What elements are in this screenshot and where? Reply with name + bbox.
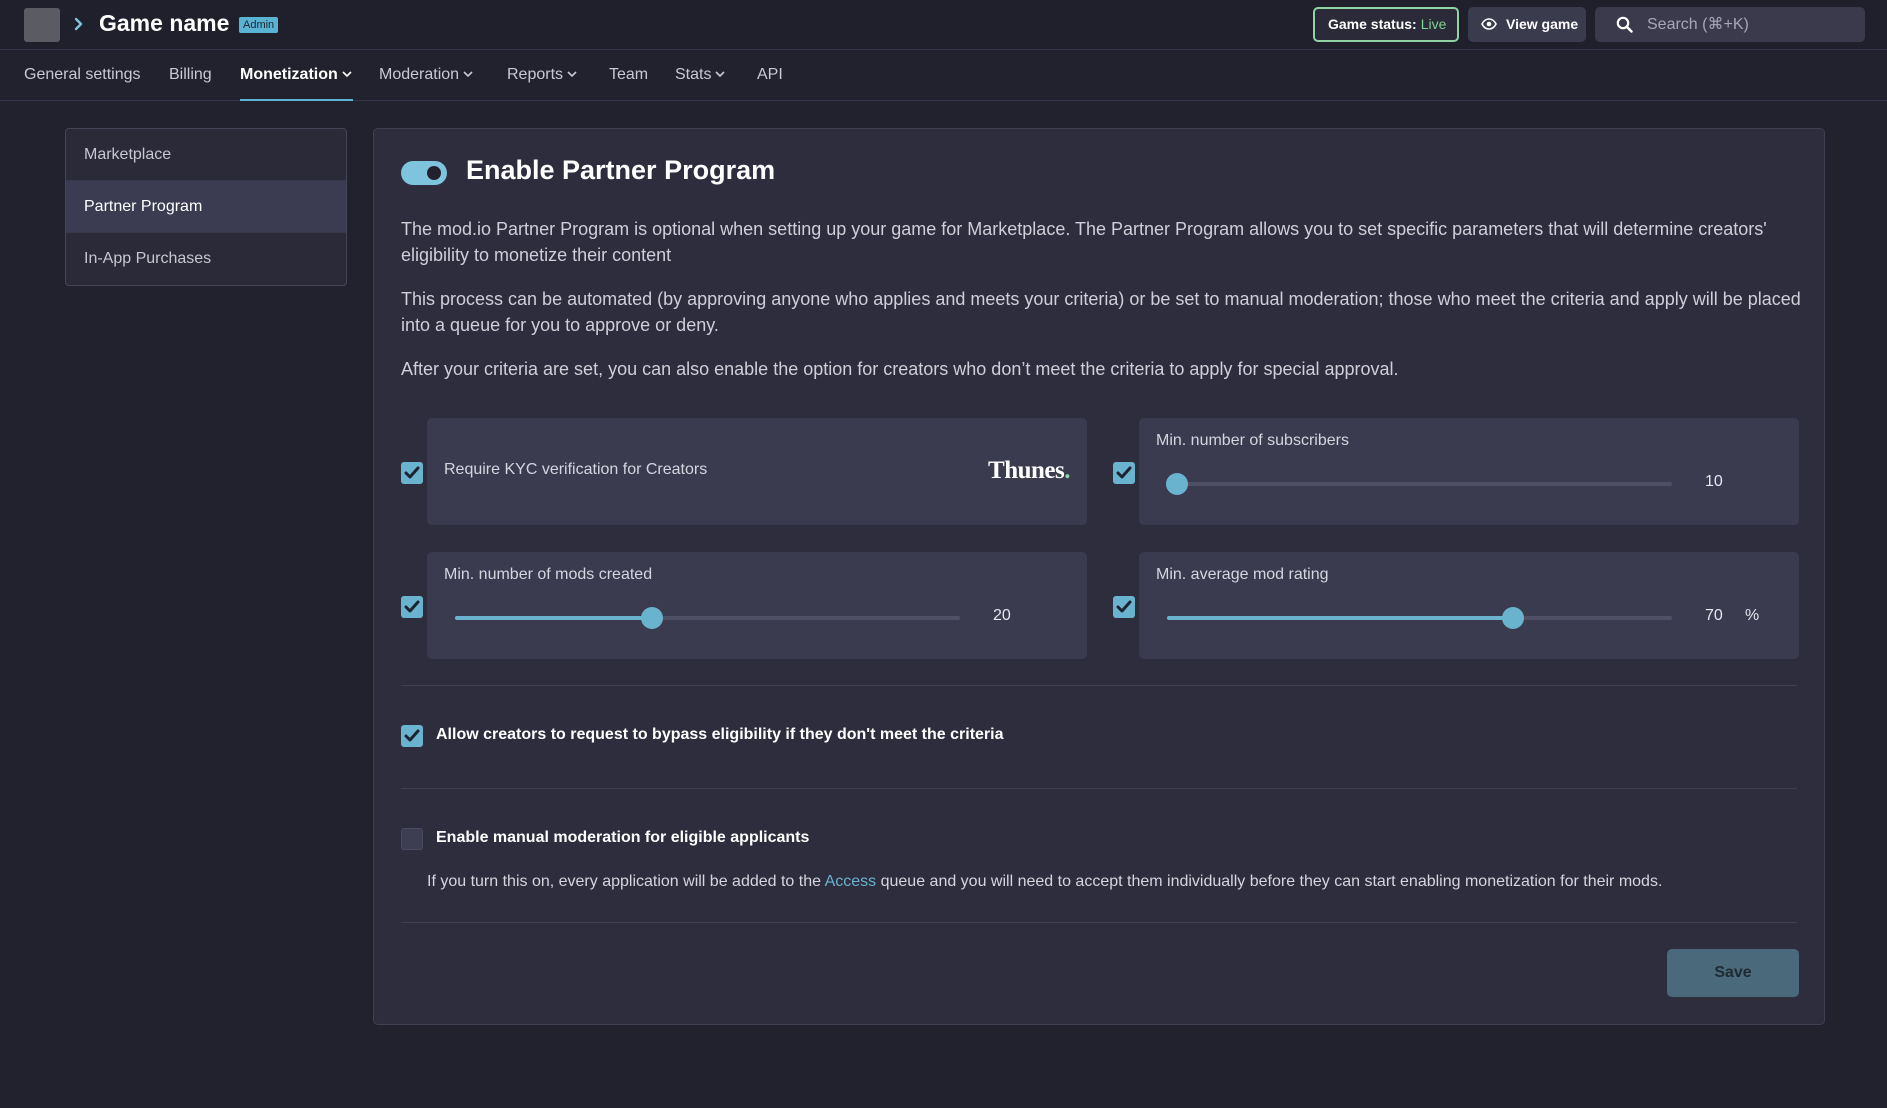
- rating-unit: %: [1745, 607, 1760, 624]
- checkmark-icon: [404, 600, 420, 613]
- note-text: If you turn this on, every application w…: [427, 873, 825, 890]
- mods-slider[interactable]: [455, 607, 960, 629]
- description-paragraph-1: The mod.io Partner Program is optional w…: [401, 219, 1767, 265]
- view-game-label: View game: [1506, 16, 1579, 32]
- top-bar: Game name Admin Game status: Live View ga…: [0, 0, 1887, 50]
- search-icon: [1616, 16, 1633, 33]
- tab-label: Monetization: [240, 66, 338, 84]
- access-link[interactable]: Access: [825, 873, 877, 890]
- view-game-button[interactable]: View game: [1468, 7, 1586, 42]
- rating-option-box: Min. average mod rating 70 %: [1139, 552, 1799, 659]
- main-nav: General settings Billing Monetization Mo…: [0, 51, 1887, 101]
- save-button[interactable]: Save: [1667, 949, 1799, 997]
- mods-checkbox[interactable]: [401, 596, 423, 618]
- sidebar-item-in-app-purchases[interactable]: In-App Purchases: [66, 233, 346, 285]
- chevron-down-icon: [567, 51, 577, 99]
- manual-moderation-label: Enable manual moderation for eligible ap…: [436, 829, 810, 846]
- enable-partner-program-toggle[interactable]: [401, 161, 447, 185]
- tab-billing[interactable]: Billing: [169, 51, 212, 101]
- kyc-option-box: Require KYC verification for Creators Th…: [427, 418, 1087, 525]
- divider: [401, 788, 1797, 789]
- rating-checkbox[interactable]: [1113, 596, 1135, 618]
- tab-stats[interactable]: Stats: [675, 51, 726, 101]
- monetization-sidebar: Marketplace Partner Program In-App Purch…: [65, 128, 347, 286]
- subscribers-value: 10: [1705, 473, 1723, 490]
- slider-fill: [1167, 616, 1513, 620]
- sidebar-item-partner-program[interactable]: Partner Program: [66, 181, 346, 233]
- sidebar-item-marketplace[interactable]: Marketplace: [66, 129, 346, 181]
- thunes-logo: Thunes.: [988, 457, 1070, 484]
- tab-label: General settings: [24, 66, 141, 83]
- tab-monetization[interactable]: Monetization: [240, 51, 353, 101]
- tab-label: API: [757, 66, 783, 83]
- manual-moderation-note: If you turn this on, every application w…: [427, 873, 1662, 891]
- tab-api[interactable]: API: [757, 51, 783, 101]
- rating-value: 70: [1705, 607, 1723, 624]
- chevron-down-icon: [463, 51, 473, 99]
- game-name-title[interactable]: Game name: [99, 10, 229, 37]
- tab-label: Billing: [169, 66, 212, 83]
- divider: [401, 922, 1797, 923]
- chevron-down-icon: [715, 51, 726, 99]
- tab-label: Stats: [675, 66, 712, 84]
- search-input[interactable]: [1647, 7, 1857, 42]
- search-box[interactable]: [1595, 7, 1865, 42]
- game-status-label: Game status:: [1328, 16, 1417, 32]
- bypass-checkbox[interactable]: [401, 725, 423, 747]
- game-thumbnail[interactable]: [24, 8, 60, 42]
- game-status-button[interactable]: Game status: Live: [1313, 7, 1459, 42]
- toggle-knob: [427, 166, 441, 180]
- slider-handle[interactable]: [1502, 607, 1524, 629]
- tab-team[interactable]: Team: [609, 51, 648, 101]
- partner-program-card: Enable Partner Program The mod.io Partne…: [373, 128, 1825, 1025]
- divider: [401, 685, 1797, 686]
- subscribers-slider[interactable]: [1166, 473, 1672, 495]
- subscribers-checkbox[interactable]: [1113, 462, 1135, 484]
- description-paragraph-3: After your criteria are set, you can als…: [401, 359, 1399, 379]
- eye-icon: [1481, 18, 1497, 30]
- checkmark-icon: [404, 466, 420, 479]
- mods-value: 20: [993, 607, 1011, 624]
- checkmark-icon: [404, 729, 420, 742]
- tab-label: Team: [609, 66, 649, 83]
- chevron-right-icon: [72, 13, 86, 35]
- manual-moderation-checkbox[interactable]: [401, 828, 423, 850]
- checkmark-icon: [1116, 600, 1132, 613]
- page-title: Enable Partner Program: [466, 155, 776, 185]
- kyc-label: Require KYC verification for Creators: [444, 461, 708, 478]
- game-status-value: Live: [1420, 16, 1447, 32]
- mods-label: Min. number of mods created: [444, 566, 653, 583]
- tab-general-settings[interactable]: General settings: [24, 51, 141, 101]
- admin-badge: Admin: [239, 17, 279, 33]
- tab-reports[interactable]: Reports: [507, 51, 577, 101]
- bypass-label: Allow creators to request to bypass elig…: [436, 726, 1004, 743]
- slider-fill: [455, 616, 652, 620]
- tab-label: Reports: [507, 66, 564, 84]
- chevron-down-icon: [342, 51, 352, 99]
- tab-moderation[interactable]: Moderation: [379, 51, 473, 101]
- tab-label: Moderation: [379, 66, 460, 84]
- description-paragraph-2: This process can be automated (by approv…: [401, 289, 1801, 335]
- slider-handle[interactable]: [641, 607, 663, 629]
- subscribers-option-box: Min. number of subscribers 10: [1139, 418, 1799, 525]
- checkmark-icon: [1116, 466, 1132, 479]
- note-text: queue and you will need to accept them i…: [876, 873, 1663, 890]
- kyc-checkbox[interactable]: [401, 462, 423, 484]
- rating-label: Min. average mod rating: [1156, 566, 1329, 583]
- subscribers-label: Min. number of subscribers: [1156, 432, 1349, 449]
- slider-handle[interactable]: [1166, 473, 1188, 495]
- rating-slider[interactable]: [1167, 607, 1672, 629]
- mods-option-box: Min. number of mods created 20: [427, 552, 1087, 659]
